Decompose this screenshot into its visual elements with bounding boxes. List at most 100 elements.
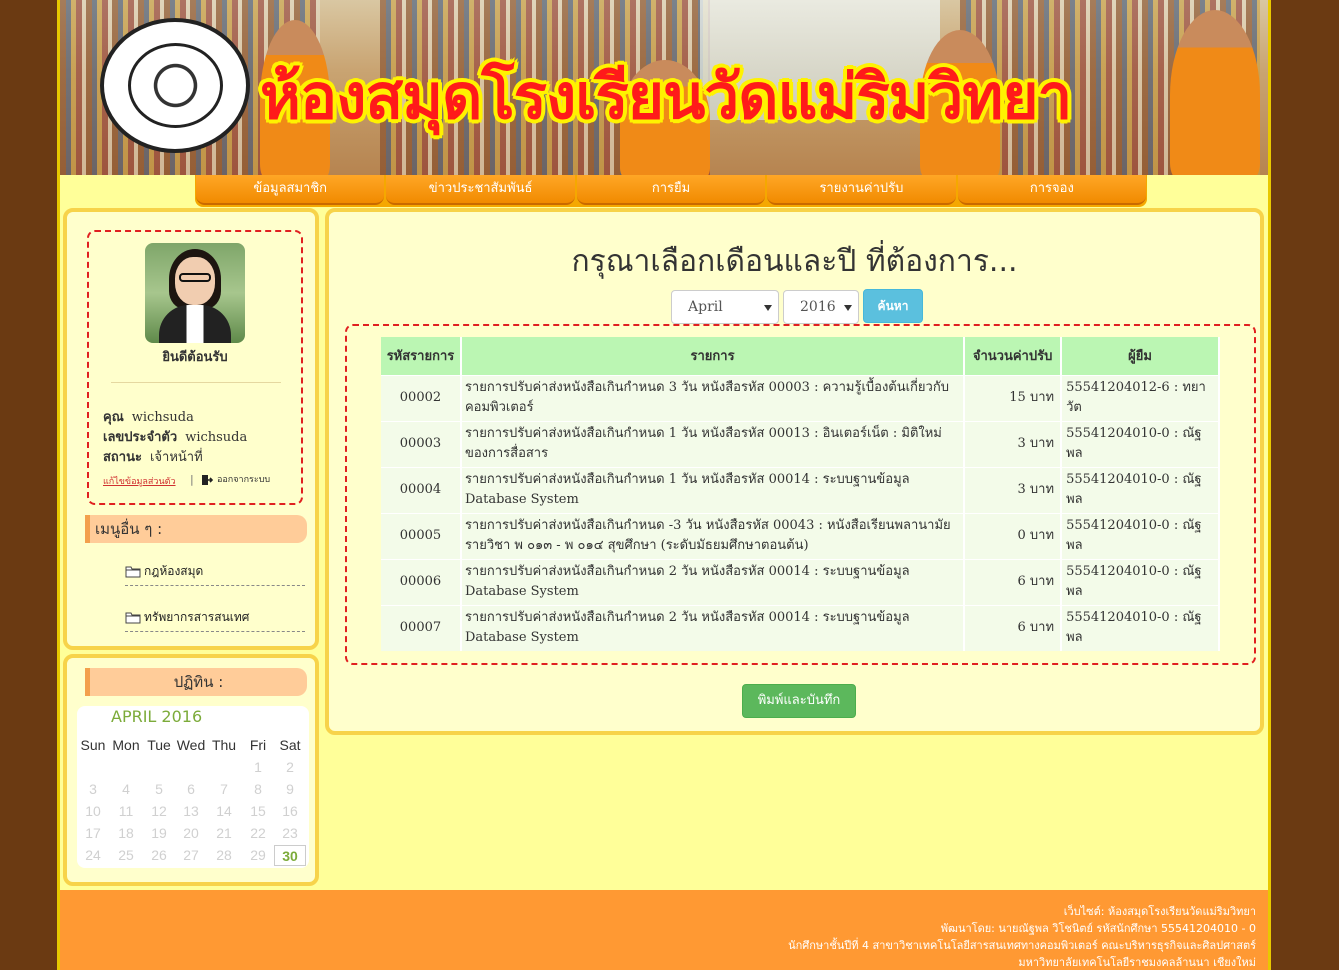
folder-icon <box>125 566 141 578</box>
col-header-item: รายการ <box>460 337 966 375</box>
calendar-day[interactable]: 15 <box>242 801 274 822</box>
calendar-day[interactable]: 12 <box>143 801 175 822</box>
col-header-borrower: ผู้ยืม <box>1061 337 1220 375</box>
status-value: เจ้าหน้าที่ <box>149 450 203 465</box>
calendar-day[interactable]: 7 <box>208 779 240 800</box>
status-label: สถานะ <box>103 450 142 465</box>
row-description: รายการปรับค่าส่งหนังสือเกินกำหนด 2 วัน ห… <box>460 604 966 651</box>
fine-table: รหัสรายการ รายการ จำนวนค่าปรับ ผู้ยืม 00… <box>381 337 1220 651</box>
profile-box: ยินดีต้อนรับ คุณ wichsuda เลขประจำตัว wich… <box>87 230 303 505</box>
table-row: 00002 รายการปรับค่าส่งหนังสือเกินกำหนด 3 … <box>381 374 1220 421</box>
search-button[interactable]: ค้นหา <box>863 289 923 323</box>
profile-id-row: เลขประจำตัว wichsuda <box>103 426 247 447</box>
monk-figure <box>1170 10 1260 175</box>
table-row: 00003 รายการปรับค่าส่งหนังสือเกินกำหนด 1 … <box>381 420 1220 467</box>
calendar-day[interactable]: 14 <box>208 801 240 822</box>
calendar-day[interactable]: 29 <box>242 845 274 866</box>
logout-icon <box>202 474 213 485</box>
row-amount: 3 บาท <box>964 466 1063 513</box>
nav-member-info[interactable]: ข้อมูลสมาชิก <box>196 175 385 205</box>
calendar-day[interactable]: 16 <box>274 801 306 822</box>
calendar-day[interactable]: 26 <box>143 845 175 866</box>
month-select[interactable]: April <box>671 290 779 324</box>
name-value: wichsuda <box>131 410 194 425</box>
calendar-day[interactable]: 3 <box>77 779 109 800</box>
row-description: รายการปรับค่าส่งหนังสือเกินกำหนด 1 วัน ห… <box>460 420 966 467</box>
calendar-day[interactable]: 17 <box>77 823 109 844</box>
avatar <box>145 243 245 343</box>
year-select[interactable]: 2016 <box>783 290 859 324</box>
edit-profile-link[interactable]: แก้ไขข้อมูลส่วนตัว <box>103 474 176 488</box>
calendar-day[interactable]: 10 <box>77 801 109 822</box>
nav-reserve[interactable]: การจอง <box>957 175 1147 205</box>
calendar-day[interactable]: 27 <box>175 845 207 866</box>
row-borrower: 55541204010-0 : ณัฐพล <box>1061 558 1220 605</box>
calendar-day[interactable]: 1 <box>242 757 274 778</box>
fine-table-box: รหัสรายการ รายการ จำนวนค่าปรับ ผู้ยืม 00… <box>345 324 1256 665</box>
row-id: 00005 <box>381 512 462 559</box>
nav-borrow[interactable]: การยืม <box>576 175 766 205</box>
row-borrower: 55541204012-6 : ทยาวัต <box>1061 374 1220 421</box>
calendar-weekday: Fri <box>249 737 267 753</box>
nav-news[interactable]: ข่าวประชาสัมพันธ์ <box>386 175 575 205</box>
row-description: รายการปรับค่าส่งหนังสือเกินกำหนด -3 วัน … <box>460 512 966 559</box>
calendar-day[interactable]: 19 <box>143 823 175 844</box>
logout-label: ออกจากระบบ <box>217 475 271 485</box>
main-nav: ข้อมูลสมาชิก ข่าวประชาสัมพันธ์ การยืม รา… <box>195 175 1147 207</box>
calendar-day[interactable]: 2 <box>274 757 306 778</box>
school-logo <box>100 18 250 153</box>
row-id: 00002 <box>381 374 462 421</box>
calendar-day[interactable]: 5 <box>143 779 175 800</box>
calendar-header: ปฏิทิน : <box>85 668 307 696</box>
calendar-panel: ปฏิทิน : APRIL 2016 Sun Mon Tue Wed Thu Fri Sa… <box>63 654 319 886</box>
calendar-day[interactable]: 21 <box>208 823 240 844</box>
calendar-weekday: Wed <box>176 737 206 753</box>
header-banner: ห้องสมุดโรงเรียนวัดแม่ริมวิทยา <box>60 0 1268 175</box>
table-body: 00002 รายการปรับค่าส่งหนังสือเกินกำหนด 3 … <box>381 374 1220 651</box>
calendar-day[interactable]: 24 <box>77 845 109 866</box>
table-row: 00005 รายการปรับค่าส่งหนังสือเกินกำหนด -3… <box>381 512 1220 559</box>
table-row: 00004 รายการปรับค่าส่งหนังสือเกินกำหนด 1 … <box>381 466 1220 513</box>
calendar-day[interactable]: 23 <box>274 823 306 844</box>
row-id: 00003 <box>381 420 462 467</box>
calendar-day-today[interactable]: 30 <box>274 845 306 866</box>
calendar-day[interactable]: 13 <box>175 801 207 822</box>
calendar-day[interactable]: 28 <box>208 845 240 866</box>
calendar-weekday: Tue <box>147 737 171 753</box>
row-borrower: 55541204010-0 : ณัฐพล <box>1061 420 1220 467</box>
calendar-month-title: APRIL 2016 <box>111 707 203 726</box>
row-amount: 0 บาท <box>964 512 1063 559</box>
col-header-amount: จำนวนค่าปรับ <box>964 337 1063 375</box>
year-select-value: 2016 <box>800 299 836 315</box>
calendar-day[interactable]: 6 <box>175 779 207 800</box>
calendar-weekday: Mon <box>112 737 140 753</box>
welcome-text: ยินดีต้อนรับ <box>162 350 228 365</box>
logout-button[interactable]: ออกจากระบบ <box>201 472 270 486</box>
row-description: รายการปรับค่าส่งหนังสือเกินกำหนด 3 วัน ห… <box>460 374 966 421</box>
row-amount: 6 บาท <box>964 558 1063 605</box>
calendar-day[interactable]: 9 <box>274 779 306 800</box>
row-description: รายการปรับค่าส่งหนังสือเกินกำหนด 2 วัน ห… <box>460 558 966 605</box>
calendar-day[interactable]: 8 <box>242 779 274 800</box>
nav-fine-report[interactable]: รายงานค่าปรับ <box>767 175 956 205</box>
row-amount: 3 บาท <box>964 420 1063 467</box>
menu-item-library-rules[interactable]: กฎห้องสมุด <box>125 558 305 586</box>
calendar-day[interactable]: 25 <box>110 845 142 866</box>
calendar-day[interactable]: 4 <box>110 779 142 800</box>
calendar-day[interactable]: 20 <box>175 823 207 844</box>
table-row: 00007 รายการปรับค่าส่งหนังสือเกินกำหนด 2 … <box>381 604 1220 651</box>
menu-item-label: กฎห้องสมุด <box>144 564 204 578</box>
calendar: APRIL 2016 Sun Mon Tue Wed Thu Fri Sat 1 2 3 4 5 6 7 8… <box>77 706 309 868</box>
print-save-button[interactable]: พิมพ์และบันทึก <box>742 684 856 718</box>
calendar-day[interactable]: 11 <box>110 801 142 822</box>
calendar-day[interactable]: 22 <box>242 823 274 844</box>
row-id: 00006 <box>381 558 462 605</box>
menu-item-resources[interactable]: ทรัพยากรสารสนเทศ <box>125 604 305 632</box>
calendar-weekday: Sun <box>80 737 106 753</box>
calendar-day[interactable]: 18 <box>110 823 142 844</box>
col-header-id: รหัสรายการ <box>381 337 462 375</box>
site-title: ห้องสมุดโรงเรียนวัดแม่ริมวิทยา <box>260 60 1072 133</box>
table-header-row: รหัสรายการ รายการ จำนวนค่าปรับ ผู้ยืม <box>381 337 1220 375</box>
row-amount: 6 บาท <box>964 604 1063 651</box>
chevron-down-icon <box>764 305 772 311</box>
